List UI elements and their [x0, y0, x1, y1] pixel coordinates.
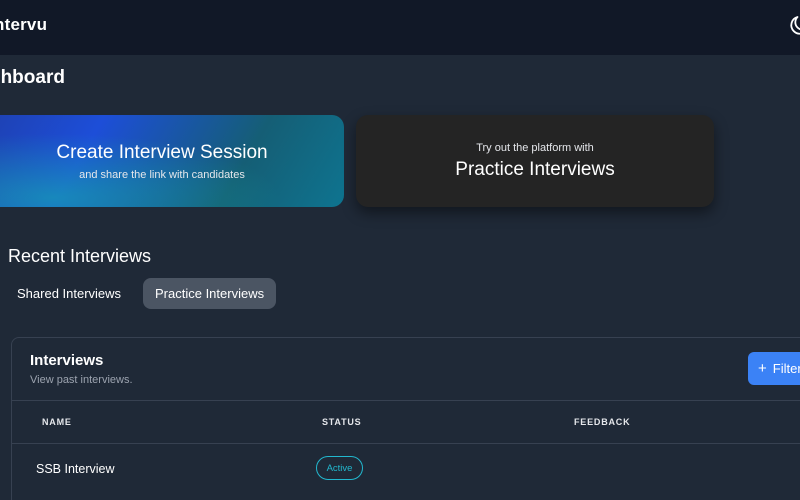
panel-title: Interviews [30, 352, 104, 369]
panel-subtitle: View past interviews. [30, 374, 133, 386]
tab-practice-interviews[interactable]: Practice Interviews [143, 278, 277, 309]
practice-card-title: Practice Interviews [455, 158, 615, 180]
table-header: NAME STATUS FEEDBACK [12, 400, 800, 444]
create-card-subtitle: and share the link with candidates [79, 168, 245, 181]
moon-icon[interactable] [788, 13, 800, 37]
column-header-name[interactable]: NAME [42, 417, 72, 427]
status-badge: Active [316, 456, 363, 480]
column-header-feedback[interactable]: FEEDBACK [574, 417, 630, 427]
top-bar: ntervu [0, 0, 800, 55]
practice-interviews-card[interactable]: Try out the platform with Practice Inter… [356, 115, 714, 207]
interview-name-cell: SSB Interview [36, 462, 115, 476]
plus-icon: + [758, 360, 767, 377]
recent-interviews-heading: Recent Interviews [8, 246, 152, 266]
filter-button[interactable]: + Filter [748, 352, 800, 385]
column-header-status[interactable]: STATUS [322, 417, 361, 427]
filter-button-label: Filter [772, 361, 800, 376]
table-row[interactable]: SSB Interview Active [12, 444, 800, 494]
interviews-panel: Interviews View past interviews. + Filte… [11, 337, 800, 500]
page-title: shboard [0, 67, 65, 88]
app-logo[interactable]: ntervu [0, 15, 47, 35]
create-card-title: Create Interview Session [56, 141, 268, 163]
create-interview-session-card[interactable]: Create Interview Session and share the l… [0, 115, 344, 207]
tab-shared-interviews[interactable]: Shared Interviews [5, 278, 133, 309]
practice-card-pretitle: Try out the platform with [476, 141, 594, 154]
